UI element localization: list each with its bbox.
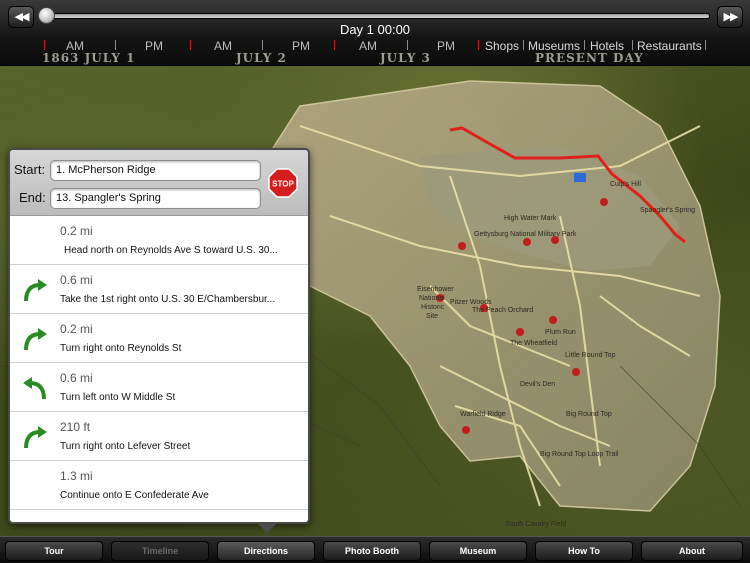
map-label: Eisenhower [417,286,454,293]
timeline-slider[interactable] [42,13,710,19]
map-label: Spangler's Spring [640,207,695,214]
direction-step[interactable]: 1.3 mi Continue onto E Confederate Ave [10,461,308,510]
category-shops[interactable]: Shops [485,39,519,53]
map-label: National [419,295,445,302]
tab-timeline: Timeline [111,541,209,561]
map-label: The Wheatfield [510,340,557,347]
step-instruction: Head north on Reynolds Ave S toward U.S.… [64,245,278,256]
map-label: South Cavalry Field [505,521,566,528]
stop-label: STOP [272,180,294,189]
timeline-tick [190,40,191,50]
map-label: Gettysburg National Military Park [474,231,577,238]
timeline-tick [478,40,479,50]
current-time-label: Day 1 00:00 [339,22,411,37]
step-instruction: Take the 1st right onto U.S. 30 E/Chambe… [60,294,276,305]
step-distance: 1.3 mi [60,469,93,483]
map-label: Warfield Ridge [460,411,506,418]
bottom-tab-bar: Tour Timeline Directions Photo Booth Mus… [0,536,750,563]
map-label: The Peach Orchard [472,307,533,314]
timeline-tick [705,40,706,50]
map-label: Pitzer Woods [450,299,492,306]
stop-sign-icon[interactable]: STOP [268,168,298,198]
map-label: Little Round Top [565,352,616,359]
tab-museum[interactable]: Museum [429,541,527,561]
direction-step[interactable]: 0.2 mi Head north on Reynolds Ave S towa… [10,216,308,265]
step-distance: 0.2 mi [60,322,93,336]
tab-photo-booth[interactable]: Photo Booth [323,541,421,561]
date-label: JULY 3 [380,51,431,65]
date-label: 1863 JULY 1 [42,51,136,65]
turn-right-arrow-icon [24,426,47,449]
timeline-tick [584,40,585,50]
direction-step[interactable]: 0.6 mi Turn left onto W Middle St [10,363,308,412]
turn-right-arrow-icon [24,279,47,302]
timeline-tick [632,40,633,50]
timeline-tick [523,40,524,50]
period-label: PM [437,39,455,53]
turn-left-arrow-icon [23,377,46,400]
map-label: Devil's Den [520,381,555,388]
date-label: PRESENT DAY [535,51,644,65]
category-restaurants[interactable]: Restaurants [637,39,702,53]
map-label: Big Round Top Loop Trail [540,451,619,458]
timeline-tick [262,40,263,50]
step-instruction: Turn left onto W Middle St [60,392,176,403]
directions-header: Start: 1. McPherson Ridge End: 13. Spang… [10,150,308,216]
timeline-tick [407,40,408,50]
period-label: PM [145,39,163,53]
end-field[interactable]: 13. Spangler's Spring [50,188,261,209]
direction-step[interactable]: 210 ft Turn right onto Lefever Street [10,412,308,461]
map-label: Site [426,313,438,320]
timeline-tick [115,40,116,50]
period-label: AM [214,39,232,53]
step-distance: 0.2 mi [60,224,93,238]
tab-how-to[interactable]: How To [535,541,633,561]
date-label: JULY 2 [236,51,287,65]
step-instruction: Continue onto E Confederate Ave [60,490,209,501]
end-label: End: [19,190,46,205]
timeline-tick [44,40,45,50]
step-instruction: Turn right onto Lefever Street [60,441,191,452]
turn-right-arrow-icon [24,328,47,351]
period-label: PM [292,39,310,53]
map-label: Culp's Hill [610,181,641,188]
start-label: Start: [14,162,46,177]
timeline-bar: ◀◀ ▶▶ Day 1 00:00 AM PM AM PM AM PM Shop… [0,0,750,66]
timeline-tick [334,40,335,50]
panel-pointer [257,523,277,533]
tab-about[interactable]: About [641,541,743,561]
period-label: AM [359,39,377,53]
step-distance: 210 ft [60,420,91,434]
start-field[interactable]: 1. McPherson Ridge [50,160,261,181]
park-boundary [254,80,721,512]
map-label: Big Round Top [566,411,612,418]
direction-step[interactable]: 0.2 mi Turn right onto Reynolds St [10,314,308,363]
directions-list[interactable]: 0.2 mi Head north on Reynolds Ave S towa… [10,216,308,522]
step-distance: 0.6 mi [60,371,93,385]
map-label: Plum Run [545,329,576,336]
direction-step[interactable]: 0.6 mi Take the 1st right onto U.S. 30 E… [10,265,308,314]
directions-panel: Start: 1. McPherson Ridge End: 13. Spang… [8,148,310,524]
map-label: High Water Mark [504,215,557,222]
map-label: Historic [421,304,445,311]
tab-tour[interactable]: Tour [5,541,103,561]
step-instruction: Turn right onto Reynolds St [60,343,182,354]
step-distance: 0.6 mi [60,273,93,287]
tab-directions[interactable]: Directions [217,541,315,561]
